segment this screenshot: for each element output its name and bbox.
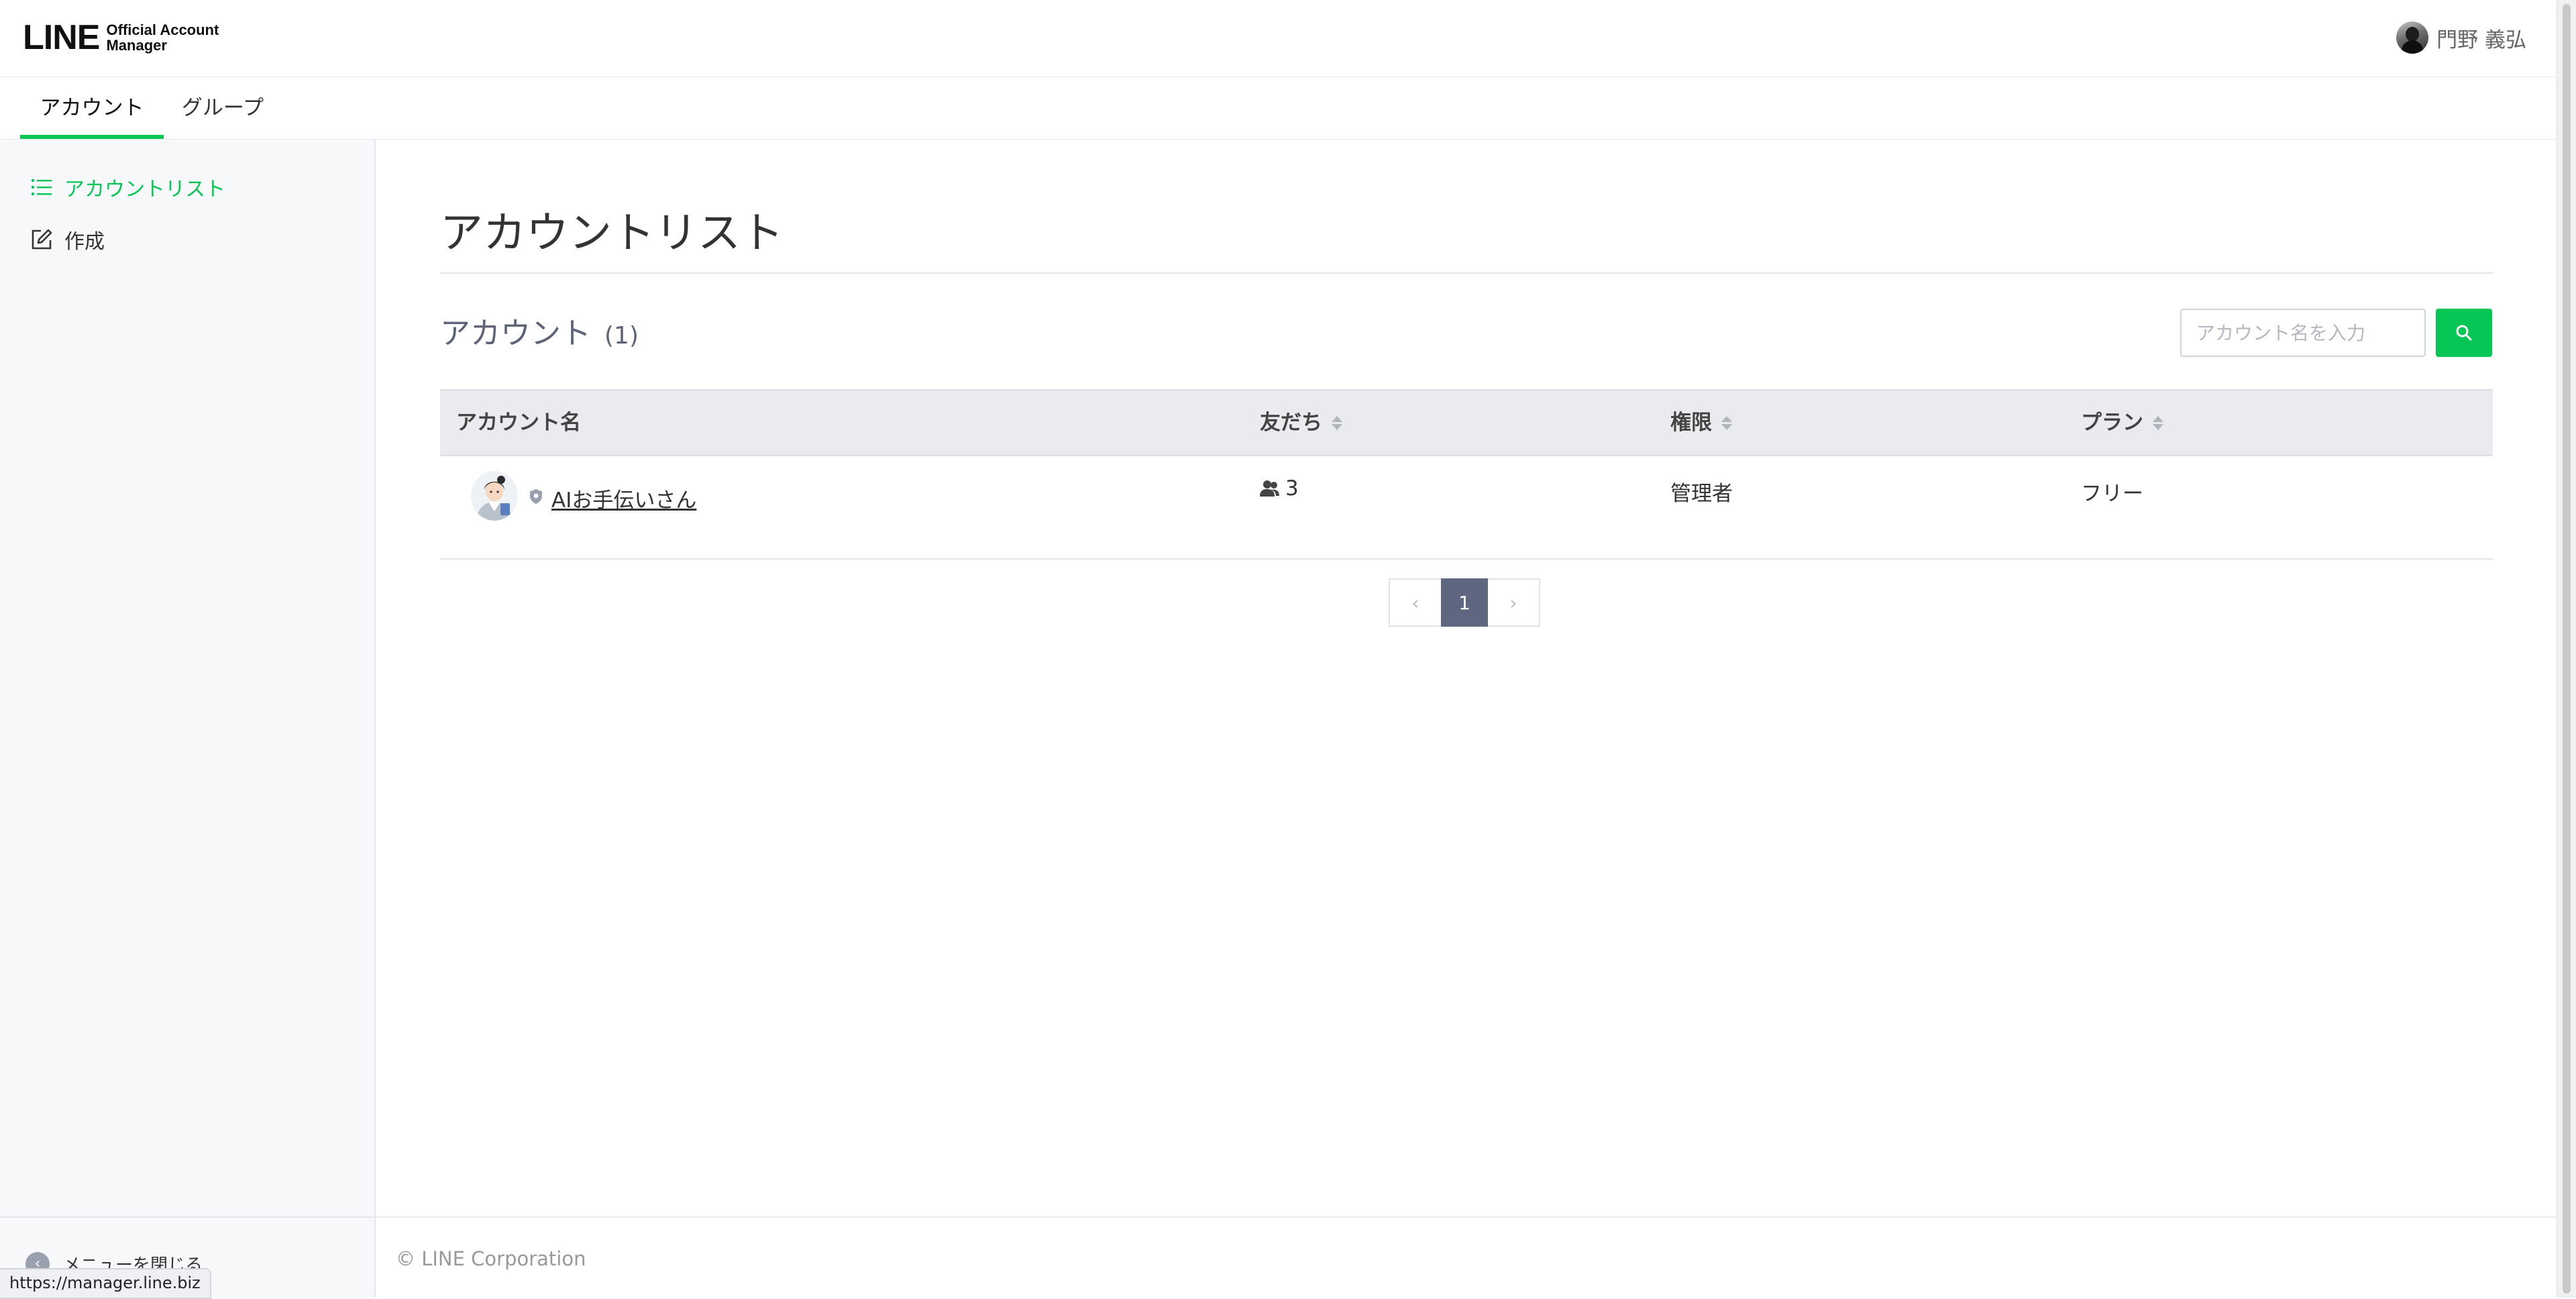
- column-header-label: 権限: [1670, 411, 1712, 435]
- chevron-right-icon: ›: [1509, 591, 1517, 614]
- friends-count: 3: [1285, 476, 1299, 501]
- pagination: ‹ 1 ›: [1389, 578, 1540, 627]
- logo-main-text: LINE: [23, 18, 100, 57]
- column-header-role[interactable]: 権限: [1670, 391, 1732, 455]
- account-name-link[interactable]: AIお手伝いさん: [551, 483, 696, 513]
- user-menu[interactable]: 門野 義弘: [2396, 20, 2526, 55]
- chevron-left-icon: ‹: [1411, 591, 1419, 614]
- sort-icon[interactable]: [2153, 415, 2163, 430]
- sidebar: アカウントリスト 作成 ‹ メニューを閉じる: [0, 140, 376, 1299]
- top-header: LINE Official Account Manager 門野 義弘: [0, 0, 2557, 77]
- sidebar-item-label: 作成: [64, 230, 105, 254]
- top-tab-bar: アカウント グループ: [0, 77, 2557, 140]
- search-button[interactable]: [2436, 309, 2492, 357]
- column-header-account-name: アカウント名: [456, 391, 581, 455]
- title-divider: [440, 272, 2493, 274]
- scrollbar-thumb[interactable]: [2563, 4, 2571, 1294]
- user-name: 門野 義弘: [2436, 28, 2526, 52]
- sidebar-item-create[interactable]: 作成: [28, 223, 105, 256]
- column-header-friends[interactable]: 友だち: [1260, 391, 1342, 455]
- sort-icon[interactable]: [1332, 415, 1342, 430]
- friends-icon: [1260, 480, 1279, 497]
- plan-cell: フリー: [2081, 482, 2143, 506]
- copyright-text: © LINE Corporation: [396, 1247, 586, 1270]
- section-title: アカウント: [440, 315, 592, 351]
- sidebar-item-account-list[interactable]: アカウントリスト: [28, 170, 225, 204]
- search-icon: [2456, 325, 2472, 341]
- vertical-scrollbar[interactable]: [2557, 0, 2576, 1298]
- page-title: アカウントリスト: [440, 209, 784, 258]
- edit-icon: [28, 226, 55, 253]
- column-header-plan[interactable]: プラン: [2081, 391, 2163, 455]
- main-content: アカウントリスト アカウント (1) アカウント名 友だち 権限 プラン: [376, 140, 2557, 1299]
- column-header-label: アカウント名: [456, 411, 581, 435]
- page-footer: © LINE Corporation: [376, 1216, 2557, 1299]
- table-row: AIお手伝いさん 3 管理者 フリー: [440, 456, 2493, 560]
- account-table: アカウント名 友だち 権限 プラン AIお手伝いさん 3 管理者 フリー: [440, 389, 2493, 560]
- pagination-page-button[interactable]: 1: [1441, 578, 1488, 627]
- line-oam-logo[interactable]: LINE Official Account Manager: [23, 17, 219, 58]
- column-header-label: 友だち: [1260, 411, 1322, 435]
- logo-sub-text: Official Account Manager: [106, 22, 219, 53]
- tab-group[interactable]: グループ: [170, 77, 275, 139]
- logo-sub-line2: Manager: [106, 37, 167, 54]
- list-icon: [28, 174, 55, 201]
- shield-icon: [529, 488, 543, 507]
- friends-count-cell: 3: [1260, 476, 1299, 501]
- role-cell: 管理者: [1670, 482, 1733, 506]
- column-header-label: プラン: [2081, 411, 2143, 435]
- section-heading: アカウント (1): [440, 309, 639, 352]
- pagination-next-button[interactable]: ›: [1488, 578, 1540, 627]
- account-count: (1): [604, 322, 639, 350]
- sidebar-item-label: アカウントリスト: [64, 178, 225, 201]
- link-status-url: https://manager.line.biz: [0, 1268, 211, 1299]
- pagination-prev-button[interactable]: ‹: [1389, 578, 1441, 627]
- account-search-input[interactable]: [2180, 309, 2426, 357]
- logo-sub-line1: Official Account: [106, 21, 219, 38]
- account-avatar[interactable]: [471, 471, 518, 521]
- table-header: アカウント名 友だち 権限 プラン: [440, 389, 2493, 456]
- tab-account[interactable]: アカウント: [20, 77, 164, 139]
- sort-icon[interactable]: [1721, 415, 1732, 430]
- user-avatar: [2396, 21, 2429, 54]
